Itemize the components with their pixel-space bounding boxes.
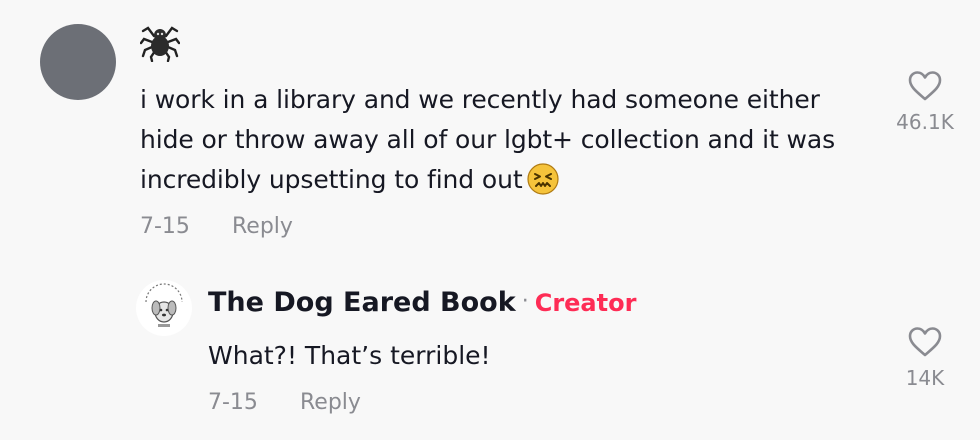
reply-header: The Dog Eared Book · Creator xyxy=(208,282,636,323)
creator-badge: Creator xyxy=(534,289,637,317)
reply-reply-button[interactable]: Reply xyxy=(300,390,361,415)
dog-logo-icon xyxy=(137,281,191,335)
heart-icon[interactable] xyxy=(907,70,943,102)
reply-like-count: 14K xyxy=(905,366,945,390)
reply-like: 14K xyxy=(890,326,960,390)
commenter-avatar[interactable] xyxy=(40,24,116,100)
comment-like-count: 46.1K xyxy=(896,110,954,134)
comment-date: 7-15 xyxy=(140,214,190,239)
comment-text-content: i work in a library and we recently had … xyxy=(140,85,836,194)
heart-icon[interactable] xyxy=(907,326,943,358)
reply-date: 7-15 xyxy=(208,390,258,415)
confounded-face-emoji-icon xyxy=(526,163,559,195)
creator-avatar[interactable] xyxy=(136,280,192,336)
comment-like: 46.1K xyxy=(890,70,960,134)
reply-separator: · xyxy=(521,289,529,314)
reply-text: What?! That’s terrible! xyxy=(208,341,491,370)
reply-author-name[interactable]: The Dog Eared Book xyxy=(208,287,516,318)
comment-text: i work in a library and we recently had … xyxy=(140,80,880,200)
comment-reply-button[interactable]: Reply xyxy=(232,214,293,239)
spider-emoji-icon[interactable] xyxy=(140,22,180,62)
